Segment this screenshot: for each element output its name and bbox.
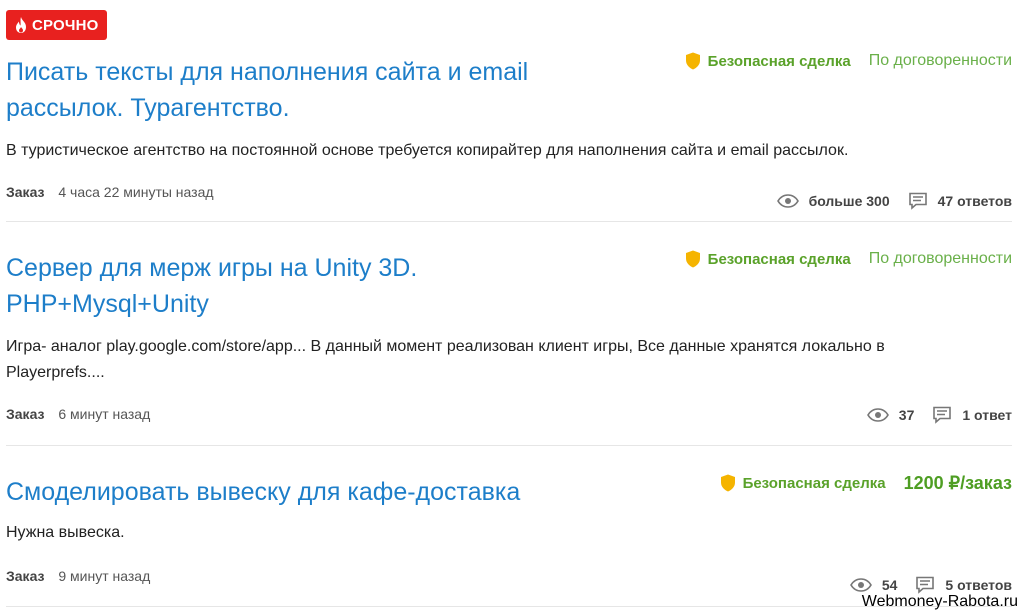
task-title-link[interactable]: Писать тексты для наполнения сайта и ema… — [6, 54, 528, 126]
shield-icon — [685, 250, 701, 268]
replies-count[interactable]: 1 ответ — [932, 406, 1012, 424]
replies-value: 47 ответов — [937, 193, 1012, 209]
task-card: Смоделировать вывеску для кафе-доставка … — [6, 472, 1012, 607]
shield-icon — [720, 474, 736, 492]
shield-icon — [685, 52, 701, 70]
task-meta: Безопасная сделка По договоренности — [685, 250, 1012, 268]
task-price: По договоренности — [868, 52, 1012, 69]
task-title-line: Писать тексты для наполнения сайта и ema… — [6, 58, 529, 86]
task-description: Игра- аналог play.google.com/store/app..… — [6, 334, 885, 386]
watermark: Webmoney-Rabota.ru — [861, 593, 1018, 610]
views-count: 37 — [866, 407, 915, 423]
task-type: Заказ — [6, 406, 45, 422]
urgent-badge: СРОЧНО — [6, 10, 107, 40]
task-title-line: Сервер для мерж игры на Unity 3D. — [6, 254, 418, 282]
task-title-line: Смоделировать вывеску для кафе-доставка — [6, 478, 521, 506]
safe-deal-badge[interactable]: Безопасная сделка — [685, 250, 851, 268]
views-value: больше 300 — [808, 193, 890, 209]
views-count: больше 300 — [776, 193, 890, 209]
task-title-link[interactable]: Смоделировать вывеску для кафе-доставка — [6, 474, 520, 510]
fire-icon — [14, 16, 28, 34]
replies-value: 1 ответ — [962, 407, 1012, 423]
task-description-line: Playerprefs.... — [6, 364, 105, 381]
safe-deal-badge[interactable]: Безопасная сделка — [720, 474, 886, 492]
safe-deal-badge[interactable]: Безопасная сделка — [685, 52, 851, 70]
task-card: Писать тексты для наполнения сайта и ema… — [6, 52, 1012, 222]
task-description: Нужна вывеска. — [6, 524, 125, 541]
eye-icon — [849, 578, 872, 592]
safe-deal-label: Безопасная сделка — [707, 250, 851, 268]
task-footer-info: Заказ 9 минут назад — [6, 568, 150, 584]
replies-value: 5 ответов — [945, 577, 1012, 593]
views-value: 37 — [898, 407, 915, 423]
safe-deal-label: Безопасная сделка — [707, 52, 851, 70]
task-type: Заказ — [6, 184, 45, 200]
task-card: Сервер для мерж игры на Unity 3D. PHP+My… — [6, 250, 1012, 446]
views-count: 54 — [849, 577, 898, 593]
task-description: В туристическое агентство на постоянной … — [6, 142, 849, 159]
comment-icon — [908, 192, 928, 210]
replies-count[interactable]: 5 ответов — [915, 576, 1012, 594]
urgent-badge-label: СРОЧНО — [32, 16, 99, 34]
task-meta: Безопасная сделка По договоренности — [685, 52, 1012, 70]
comment-icon — [932, 406, 952, 424]
task-stats: больше 300 47 ответов — [776, 192, 1012, 210]
task-time: 9 минут назад — [58, 568, 151, 584]
task-price: По договоренности — [868, 250, 1012, 267]
eye-icon — [776, 194, 799, 208]
task-footer-info: Заказ 4 часа 22 минуты назад — [6, 184, 214, 200]
safe-deal-label: Безопасная сделка — [742, 474, 886, 492]
task-stats: 37 1 ответ — [866, 406, 1012, 424]
task-meta: Безопасная сделка 1200 ₽/заказ — [720, 472, 1012, 493]
task-title-line: PHP+Mysql+Unity — [6, 290, 209, 318]
task-time: 4 часа 22 минуты назад — [58, 184, 214, 200]
task-time: 6 минут назад — [58, 406, 151, 422]
task-type: Заказ — [6, 568, 45, 584]
task-description-line: Игра- аналог play.google.com/store/app..… — [6, 338, 885, 355]
comment-icon — [915, 576, 935, 594]
task-title-link[interactable]: Сервер для мерж игры на Unity 3D. PHP+My… — [6, 250, 417, 322]
views-value: 54 — [881, 577, 898, 593]
replies-count[interactable]: 47 ответов — [908, 192, 1012, 210]
task-stats: 54 5 ответов — [849, 576, 1012, 594]
task-title-line: рассылок. Турагентство. — [6, 94, 290, 122]
eye-icon — [866, 408, 889, 422]
task-footer-info: Заказ 6 минут назад — [6, 406, 150, 422]
task-price: 1200 ₽/заказ — [903, 472, 1012, 493]
